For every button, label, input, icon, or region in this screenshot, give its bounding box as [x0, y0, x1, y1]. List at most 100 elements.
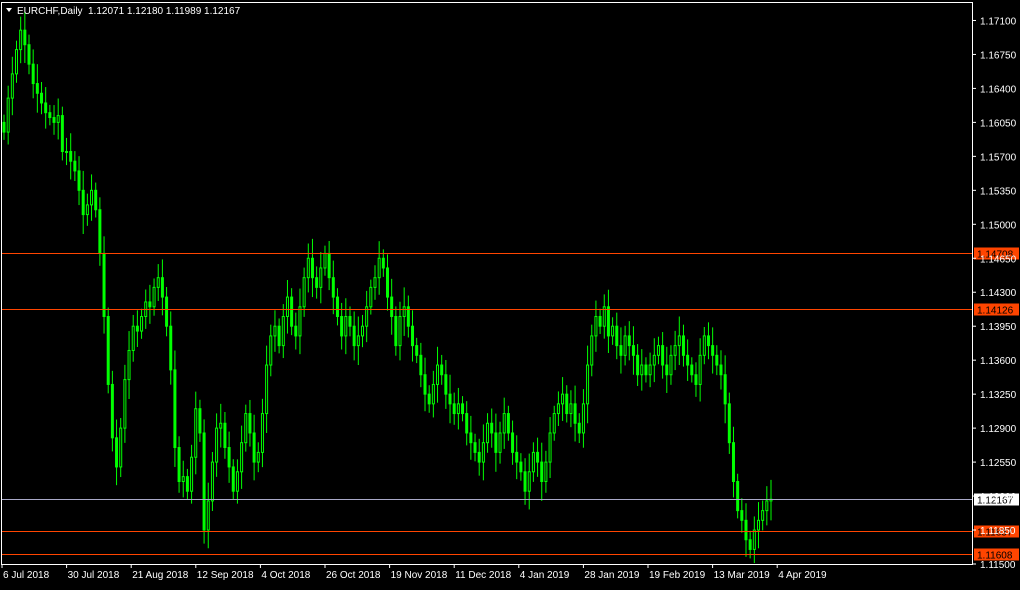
candle-body [761, 510, 765, 521]
candle-body [677, 335, 681, 347]
candle-body [115, 437, 119, 468]
time-tick-label: 11 Dec 2018 [455, 570, 511, 581]
candle-body [594, 316, 598, 337]
candle-body [19, 29, 23, 51]
candle-body [619, 345, 623, 356]
candle-body [669, 354, 673, 376]
candle-body [427, 393, 431, 405]
candle-body [269, 335, 273, 366]
candle-body [165, 296, 169, 327]
price-tick-label: 1.15000 [980, 220, 1017, 231]
candle-body [473, 442, 477, 453]
price-tick-label: 1.16050 [980, 118, 1017, 129]
candle-body [306, 257, 310, 279]
candle-body [511, 432, 515, 453]
candle-body [727, 403, 731, 444]
candle-body [690, 364, 694, 376]
chart-window[interactable]: 1.14708 1.14126 1.12167 1.11837 1.11608 1.17… [0, 0, 1020, 585]
candle-body [23, 29, 27, 46]
price-tick-label: 1.12200 [980, 492, 1017, 503]
time-tick-label: 30 Jul 2018 [68, 570, 120, 581]
candle-body [181, 476, 185, 483]
time-tick-label: 26 Oct 2018 [326, 570, 381, 581]
candle-body [573, 403, 577, 424]
candle-body [765, 500, 769, 512]
candle-body [381, 257, 385, 269]
candle-body [15, 49, 19, 75]
candle-body [561, 393, 565, 405]
candle-body [698, 354, 702, 385]
candle-body [256, 451, 260, 463]
candle-body [648, 364, 652, 376]
candle-body [2, 121, 6, 133]
candle-body [394, 316, 398, 347]
candle-body [386, 267, 389, 298]
candle-body [644, 364, 648, 376]
price-tick-label: 1.17100 [980, 16, 1017, 27]
candle-body [402, 306, 406, 318]
candle-body [623, 335, 627, 356]
candle-body [273, 325, 277, 337]
candle-body [277, 325, 281, 347]
candle-body [235, 471, 239, 492]
candle-body [444, 374, 448, 395]
symbol-label: EURCHF,Daily [17, 6, 83, 17]
candle-body [156, 277, 160, 288]
chart-header: EURCHF,Daily 1.12071 1.12180 1.11989 1.1… [6, 6, 241, 17]
candle-body [10, 73, 14, 99]
candle-body [369, 286, 373, 308]
candle-body [423, 374, 427, 395]
candle-body [748, 539, 752, 550]
candle-body [598, 316, 602, 327]
candle-body [673, 345, 677, 356]
candle-body [52, 117, 56, 123]
candle-body [331, 277, 335, 298]
candle-body [219, 422, 223, 429]
candle-body [752, 529, 756, 550]
candle-body [194, 408, 198, 458]
candle-body [544, 461, 548, 482]
candle-body [302, 277, 306, 308]
candle-body [581, 403, 585, 434]
time-tick-label: 4 Jan 2019 [520, 570, 570, 581]
candle-body [519, 461, 523, 473]
candle-body [69, 151, 73, 162]
candle-body [527, 471, 531, 492]
candle-body [448, 393, 452, 405]
candle-body [152, 286, 156, 308]
candle-body [715, 354, 719, 366]
candle-body [627, 335, 631, 347]
candle-body [169, 325, 173, 371]
candle-body [106, 316, 110, 385]
candle-body [356, 335, 360, 347]
candle-body [415, 345, 419, 356]
candle-body [185, 476, 189, 492]
candle-body [565, 393, 569, 415]
candle-body [327, 252, 331, 279]
candle-body [515, 451, 519, 463]
candle-body [606, 306, 610, 337]
price-tick-label: 1.14300 [980, 288, 1017, 299]
candle-body [661, 345, 665, 366]
candle-body [6, 97, 10, 133]
candle-body [265, 364, 269, 415]
candle-body [615, 325, 619, 347]
candle-body [223, 422, 227, 449]
candle-body [260, 413, 264, 453]
candle-body [140, 316, 144, 332]
candle-body [586, 364, 590, 405]
candle-body [240, 442, 244, 473]
candle-body [494, 432, 498, 453]
time-tick-label: 19 Feb 2019 [649, 570, 706, 581]
candle-body [740, 510, 744, 521]
candle-body [736, 481, 740, 512]
candle-body [244, 413, 248, 444]
candle-body [465, 413, 469, 434]
candle-body [411, 325, 415, 347]
candle-body [398, 316, 402, 347]
candle-body [323, 252, 327, 269]
price-chart[interactable]: 1.147081.141261.121671.118371.11608 1.17… [0, 0, 1020, 585]
candle-body [310, 257, 314, 279]
candle-body [231, 466, 235, 492]
candle-body [665, 364, 669, 376]
